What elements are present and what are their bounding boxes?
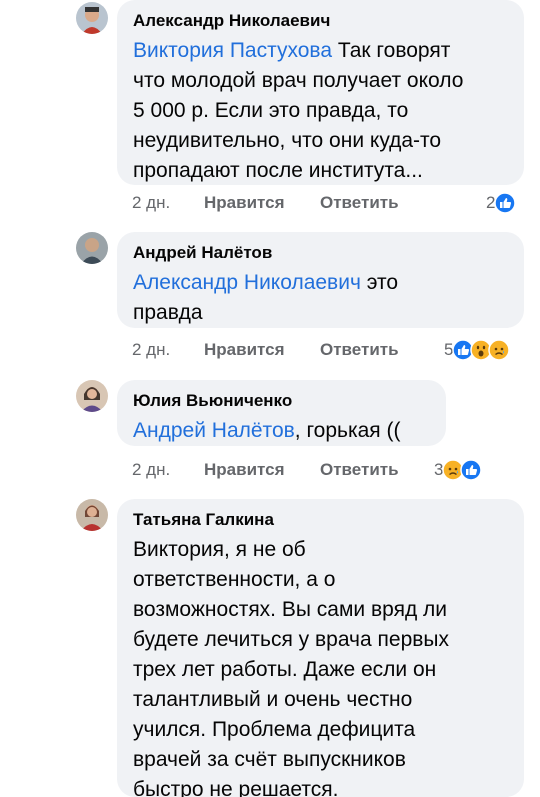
like-icon	[460, 459, 483, 481]
mention-link[interactable]: Виктория Пастухова	[133, 39, 332, 62]
avatar[interactable]	[76, 380, 108, 412]
comment-text: Виктория, я не об ответственности, а о в…	[133, 538, 449, 797]
comment-bubble: Андрей Налётов Александр Николаевич это …	[117, 232, 524, 328]
reply-button[interactable]: Ответить	[320, 460, 399, 480]
sad-icon	[488, 339, 511, 361]
comment-bubble: Татьяна Галкина Виктория, я не об ответс…	[117, 499, 524, 797]
comment-author[interactable]: Андрей Налётов	[133, 242, 508, 264]
comment-actions: 2 дн. Нравится Ответить	[132, 340, 399, 360]
reply-button[interactable]: Ответить	[320, 340, 399, 360]
mention-link[interactable]: Андрей Налётов	[133, 419, 295, 442]
comment-text: Андрей Налётов, горькая ((	[133, 419, 401, 442]
mention-link[interactable]: Александр Николаевич	[133, 271, 361, 294]
reaction-summary[interactable]: 5	[444, 339, 511, 361]
comment-author[interactable]: Юлия Вьюниченко	[133, 390, 430, 412]
like-button[interactable]: Нравится	[204, 193, 320, 213]
like-button[interactable]: Нравится	[204, 340, 320, 360]
comment-author[interactable]: Александр Николаевич	[133, 10, 508, 32]
comment-bubble: Юлия Вьюниченко Андрей Налётов, горькая …	[117, 380, 446, 446]
comment-author[interactable]: Татьяна Галкина	[133, 509, 508, 531]
avatar[interactable]	[76, 2, 108, 34]
reaction-summary[interactable]: 3	[434, 459, 483, 481]
comment-bubble: Александр Николаевич Виктория Пастухова …	[117, 0, 524, 185]
comment-time[interactable]: 2 дн.	[132, 193, 204, 213]
reaction-summary[interactable]: 2	[486, 192, 517, 214]
comment-text: Александр Николаевич это правда	[133, 271, 399, 324]
avatar[interactable]	[76, 499, 108, 531]
reply-button[interactable]: Ответить	[320, 193, 399, 213]
comment-time[interactable]: 2 дн.	[132, 460, 204, 480]
comment-actions: 2 дн. Нравится Ответить	[132, 460, 399, 480]
comment-text: Виктория Пастухова Так говорят что молод…	[133, 39, 464, 182]
like-icon	[494, 192, 517, 214]
comment-time[interactable]: 2 дн.	[132, 340, 204, 360]
like-button[interactable]: Нравится	[204, 460, 320, 480]
avatar[interactable]	[76, 232, 108, 264]
comment-actions: 2 дн. Нравится Ответить	[132, 193, 399, 213]
